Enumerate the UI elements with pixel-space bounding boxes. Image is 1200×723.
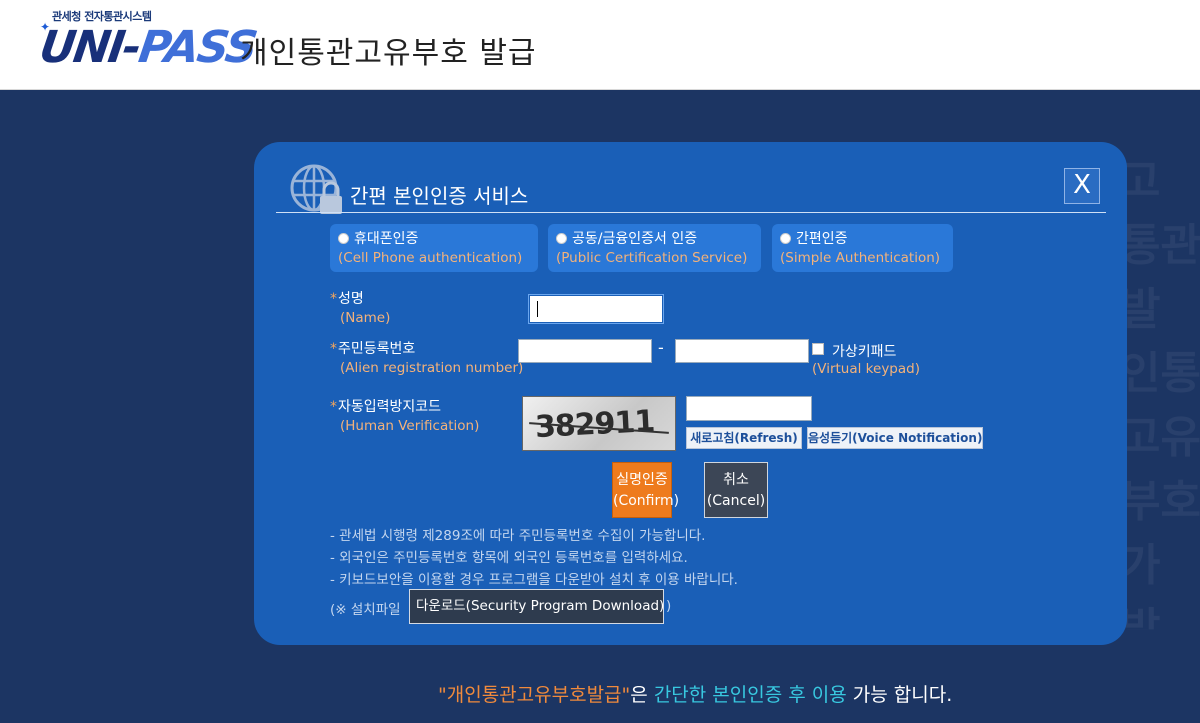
name-label-ko: 성명 [338,291,364,307]
logo-wordmark: UNI-PASS [36,22,258,73]
reg-number-front-input[interactable] [518,339,652,363]
auth-option-label: 공동/금융인증서 인증 [572,231,698,247]
footer-text: 가능 합니다. [846,684,953,706]
cancel-button-ko: 취소 [723,472,749,488]
confirm-button[interactable]: 실명인증 (Confirm) [612,462,680,518]
auth-option-label: 휴대폰인증 [354,231,419,247]
auth-option-certificate[interactable]: 공동/금융인증서 인증 (Public Certification Servic… [548,224,761,272]
footer-service-name: "개인통관고유부호발급" [438,684,631,706]
auth-option-english: (Cell Phone authentication) [338,250,523,266]
auth-option-english: (Simple Authentication) [780,250,941,266]
required-mark: * [330,291,337,307]
confirm-button-ko: 실명인증 [616,472,668,488]
virtual-keypad-label-en: (Virtual keypad) [812,361,920,377]
page-header: ✦ 관세청 전자통관시스템 UNI-PASS 개인통관고유부호 발급 [0,0,1200,90]
globe-lock-icon [290,164,342,214]
captcha-voice-button[interactable]: 음성듣기(Voice Notification) [807,427,983,449]
cancel-button-en: (Cancel) [706,493,766,509]
captcha-label-en: (Human Verification) [340,418,480,434]
name-label-en: (Name) [340,310,391,326]
auth-option-label: 간편인증 [796,231,848,247]
close-button[interactable]: X [1064,168,1100,204]
captcha-refresh-button[interactable]: 새로고침(Refresh) [686,427,802,449]
captcha-image: 382911 [522,396,676,451]
reg-number-separator: - [658,338,664,357]
auth-option-cellphone[interactable]: 휴대폰인증 (Cell Phone authentication) [330,224,538,272]
radio-cellphone[interactable] [338,232,349,244]
security-download-button[interactable]: 다운로드(Security Program Download) [409,589,664,624]
footer-highlight: 간단한 본인인증 후 이용 [653,684,847,706]
watermark-text: 가 [1120,540,1161,591]
auth-option-english: (Public Certification Service) [556,250,748,266]
radio-certificate[interactable] [556,232,567,244]
logo-wordmark-uni: UNI- [36,22,143,73]
reg-number-back-input[interactable] [675,339,809,363]
download-prefix: (※ 설치파일 [330,602,401,618]
captcha-input[interactable] [686,396,812,421]
captcha-label-ko: 자동입력방지코드 [338,399,442,415]
text-cursor [537,301,538,317]
page-title: 개인통관고유부호 발급 [240,36,537,71]
unipass-logo[interactable]: ✦ 관세청 전자통관시스템 UNI-PASS [36,8,258,78]
watermark-text: 부호 [1120,476,1200,527]
auth-dialog: 간편 본인인증 서비스 X 휴대폰인증 (Cell Phone authenti… [254,142,1127,645]
confirm-button-en: (Confirm) [613,493,680,509]
watermark-text: 발 [1120,604,1161,630]
cancel-button[interactable]: 취소 (Cancel) [704,462,768,518]
reg-number-label-en: (Alien registration number) [340,360,524,376]
watermark-text: 고 [1120,156,1161,207]
virtual-keypad-checkbox[interactable] [812,343,824,355]
notice-line: - 외국인은 주민등록번호 항목에 외국인 등록번호를 입력하세요. [330,550,688,566]
auth-option-simple[interactable]: 간편인증 (Simple Authentication) [772,224,953,272]
watermark-text: 발 [1120,284,1161,335]
required-mark: * [330,341,337,357]
background-watermark: 고 통관 발 인통관 고유 부호 가 발 [1120,150,1200,630]
footer-text: 은 [630,684,654,706]
watermark-text: 고유 [1120,412,1200,463]
download-suffix: ) [666,598,672,614]
name-input[interactable] [529,295,663,323]
notice-line: - 관세법 시행령 제289조에 따라 주민등록번호 수집이 가능합니다. [330,528,706,544]
name-label: *성명 (Name) [330,288,390,326]
reg-number-label: *주민등록번호 (Alien registration number) [330,338,523,376]
watermark-text: 인통관 [1120,348,1200,399]
notice-line: - 키보드보안을 이용할 경우 프로그램을 다운받아 설치 후 이용 바랍니다. [330,572,738,588]
virtual-keypad-label: 가상키패드 [832,344,897,360]
reg-number-label-ko: 주민등록번호 [338,341,416,357]
required-mark: * [330,399,337,415]
dialog-title: 간편 본인인증 서비스 [350,184,529,208]
radio-simple[interactable] [780,232,791,244]
captcha-label: *자동입력방지코드 (Human Verification) [330,396,479,434]
watermark-text: 통관 [1120,220,1200,271]
footer-message: "개인통관고유부호발급"은 간단한 본인인증 후 이용 가능 합니다. [438,680,952,707]
title-divider [276,212,1106,213]
